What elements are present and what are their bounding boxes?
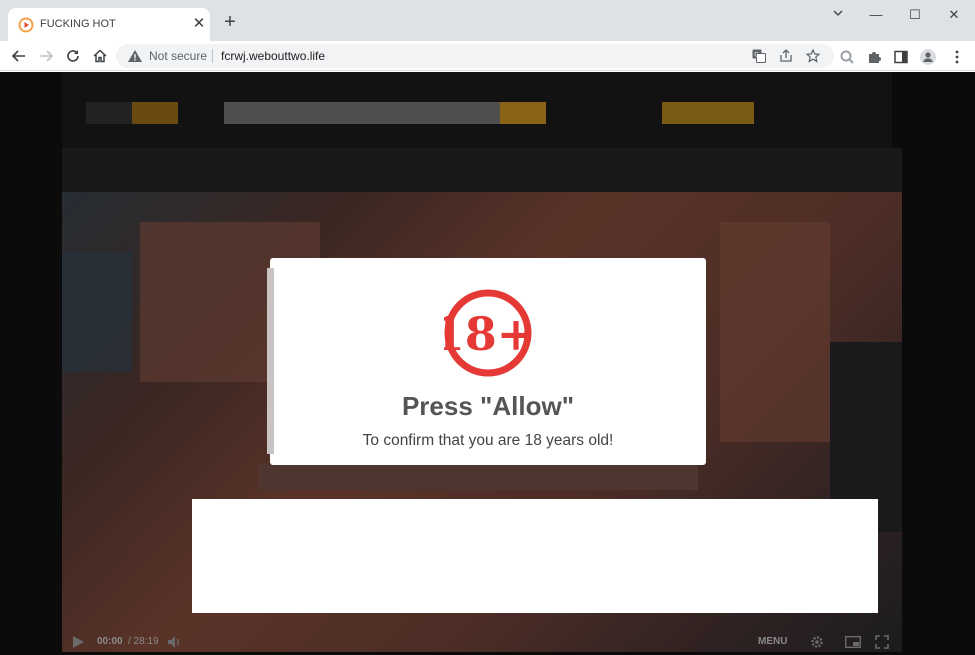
back-arrow-icon[interactable]: [10, 48, 28, 66]
player-menu-button[interactable]: MENU: [758, 636, 787, 647]
lens-search-icon[interactable]: [839, 49, 855, 65]
profile-avatar-icon[interactable]: [920, 49, 936, 65]
pixelated-search-bar: [224, 102, 500, 124]
volume-icon[interactable]: [168, 636, 182, 648]
browser-tab[interactable]: FUCKING HOT ✕: [8, 8, 210, 41]
pixelated-block: [86, 102, 132, 124]
address-bar[interactable]: Not secure fcrwj.webouttwo.life G: [116, 44, 834, 68]
pixelated-block: [500, 102, 546, 124]
url-text[interactable]: fcrwj.webouttwo.life: [221, 49, 325, 63]
share-icon[interactable]: [779, 49, 793, 63]
omnibox-divider: [212, 49, 213, 63]
close-window-button[interactable]: ✕: [944, 6, 964, 24]
modal-subtitle: To confirm that you are 18 years old!: [362, 432, 614, 449]
blank-overlay-panel: [192, 499, 878, 613]
home-icon[interactable]: [91, 48, 109, 66]
not-secure-label[interactable]: Not secure: [149, 49, 207, 63]
play-favicon-icon: [18, 17, 34, 33]
pixelated-block: [62, 252, 132, 372]
settings-gear-icon[interactable]: [810, 635, 824, 649]
tab-strip: FUCKING HOT ✕ + — ☐ ✕: [0, 0, 975, 41]
fullscreen-icon[interactable]: [875, 635, 889, 649]
chevron-down-icon[interactable]: [828, 6, 848, 24]
player-current-time: 00:00: [97, 636, 123, 647]
warning-icon[interactable]: [127, 48, 143, 64]
play-icon[interactable]: [72, 636, 84, 648]
pixelated-strip: [62, 148, 902, 196]
bookmark-star-icon[interactable]: [806, 49, 820, 63]
pixelated-block: [258, 464, 698, 490]
new-tab-button[interactable]: +: [221, 12, 239, 32]
age-confirmation-modal: 18+ Press "Allow" To confirm that you ar…: [267, 258, 706, 465]
more-menu-icon[interactable]: [949, 49, 965, 65]
pixelated-block: [132, 102, 178, 124]
pixelated-block: [662, 102, 754, 124]
side-panel-icon[interactable]: [893, 49, 909, 65]
forward-arrow-icon[interactable]: [37, 48, 55, 66]
adults-only-badge-icon: 18+: [444, 289, 532, 377]
page-viewport: 00:00 / 28:19 MENU 18+ Press "Allow" To …: [0, 72, 975, 655]
tab-close-icon[interactable]: ✕: [191, 16, 207, 32]
tab-title: FUCKING HOT: [40, 18, 116, 30]
pixelated-block: [720, 222, 830, 442]
minimize-button[interactable]: —: [866, 6, 886, 24]
extensions-puzzle-icon[interactable]: [866, 49, 882, 65]
modal-title: Press "Allow": [401, 391, 575, 421]
player-duration: / 28:19: [128, 636, 159, 647]
miniplayer-icon[interactable]: [845, 636, 861, 648]
browser-toolbar: Not secure fcrwj.webouttwo.life G: [0, 41, 975, 71]
badge-label: 18+: [444, 307, 532, 361]
maximize-button[interactable]: ☐: [905, 6, 925, 24]
reload-icon[interactable]: [64, 48, 82, 66]
video-player-bar: 00:00 / 28:19 MENU: [60, 629, 902, 655]
translate-icon[interactable]: G: [752, 49, 766, 63]
svg-text:G: G: [754, 52, 759, 59]
modal-edge-shadow: [267, 268, 274, 454]
